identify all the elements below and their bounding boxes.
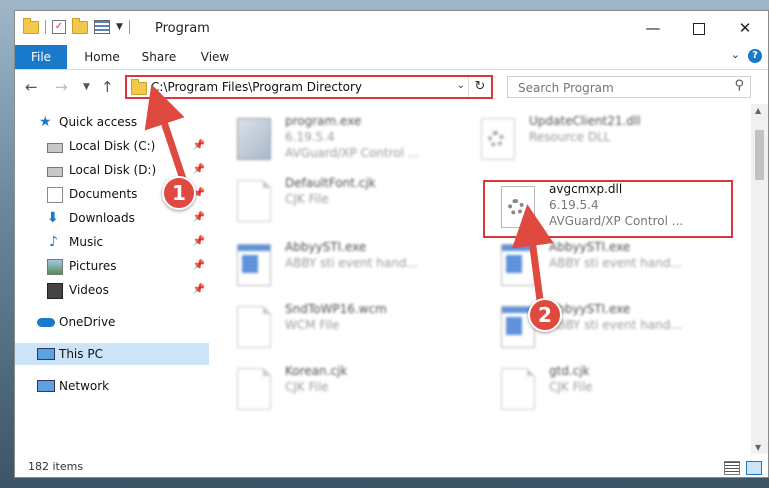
step-marker-2: 2 [528,298,562,332]
arrow-1 [144,84,188,184]
step-marker-1: 1 [162,176,196,210]
arrow-2 [511,204,554,301]
annotation-arrows [144,84,554,301]
